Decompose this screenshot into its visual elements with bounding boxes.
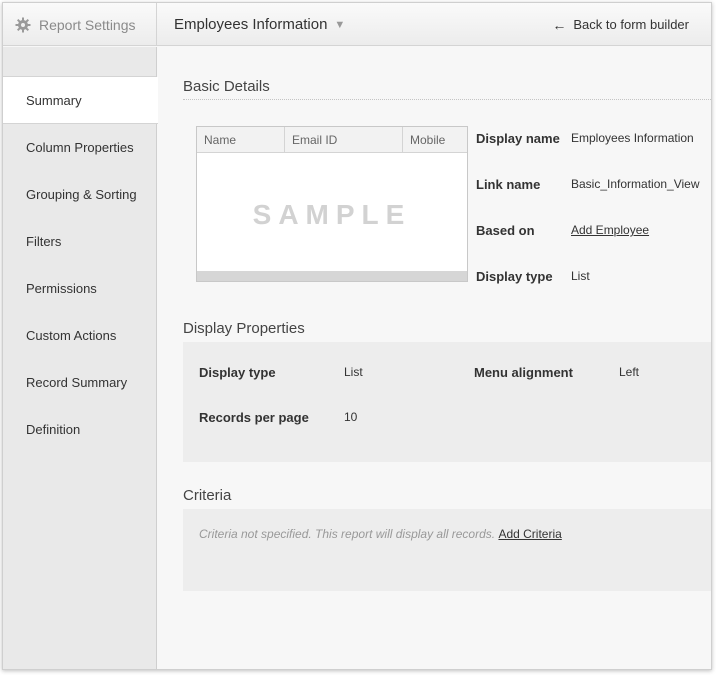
link-name-label: Link name bbox=[476, 177, 541, 192]
sidebar-item-summary[interactable]: Summary bbox=[3, 77, 158, 124]
sidebar-item-label: Custom Actions bbox=[26, 328, 117, 343]
header-bar: Report Settings Employees Information ▼ … bbox=[3, 3, 711, 46]
report-title: Employees Information bbox=[174, 16, 328, 33]
sidebar-item-permissions[interactable]: Permissions bbox=[3, 265, 156, 312]
link-name-row: Link name Basic_Information_View bbox=[476, 177, 700, 192]
display-name-row: Display name Employees Information bbox=[476, 131, 694, 146]
based-on-row: Based on Add Employee bbox=[476, 223, 649, 238]
back-to-form-builder-link[interactable]: ← Back to form builder bbox=[552, 3, 689, 46]
criteria-title: Criteria bbox=[183, 487, 232, 504]
gear-icon bbox=[15, 17, 31, 32]
report-settings-window: Report Settings Employees Information ▼ … bbox=[2, 2, 712, 670]
section-divider bbox=[183, 99, 711, 100]
display-type-value: List bbox=[571, 269, 590, 283]
sidebar-item-grouping-sorting[interactable]: Grouping & Sorting bbox=[3, 171, 156, 218]
display-properties-panel: Display type List Menu alignment Left Re… bbox=[183, 342, 711, 462]
horizontal-scrollbar bbox=[197, 271, 467, 281]
display-type-prop-value: List bbox=[344, 365, 363, 379]
sample-watermark: SAMPLE bbox=[252, 199, 412, 230]
sidebar-item-label: Grouping & Sorting bbox=[26, 187, 137, 202]
display-name-label: Display name bbox=[476, 131, 560, 146]
criteria-panel: Criteria not specified. This report will… bbox=[183, 509, 711, 591]
column-header: Mobile bbox=[410, 132, 446, 147]
criteria-message: Criteria not specified. This report will… bbox=[199, 527, 562, 541]
sidebar-item-label: Permissions bbox=[26, 281, 97, 296]
records-per-page-value: 10 bbox=[344, 410, 358, 424]
settings-sidebar: Summary Column Properties Grouping & Sor… bbox=[3, 47, 158, 669]
sidebar-item-label: Filters bbox=[26, 234, 62, 249]
sidebar-spacer bbox=[3, 47, 156, 77]
arrow-left-icon: ← bbox=[552, 16, 567, 33]
sidebar-item-column-properties[interactable]: Column Properties bbox=[3, 124, 156, 171]
display-type-label: Display type bbox=[476, 269, 553, 284]
chevron-down-icon: ▼ bbox=[334, 18, 346, 31]
records-per-page-label: Records per page bbox=[199, 410, 309, 425]
sidebar-item-custom-actions[interactable]: Custom Actions bbox=[3, 312, 156, 359]
back-label: Back to form builder bbox=[573, 17, 689, 32]
menu-alignment-label: Menu alignment bbox=[474, 365, 573, 380]
display-type-row: Display type List bbox=[476, 269, 590, 284]
report-settings-menu[interactable]: Report Settings bbox=[3, 3, 157, 46]
records-per-page-prop: Records per page 10 bbox=[199, 410, 357, 425]
report-title-dropdown[interactable]: Employees Information ▼ bbox=[174, 3, 345, 46]
report-settings-label: Report Settings bbox=[39, 16, 136, 33]
basic-details-title: Basic Details bbox=[183, 78, 270, 95]
based-on-form-link[interactable]: Add Employee bbox=[571, 223, 649, 238]
sample-table-header: Name Email ID Mobile bbox=[197, 127, 467, 153]
menu-alignment-value: Left bbox=[619, 365, 640, 379]
link-name-value: Basic_Information_View bbox=[571, 177, 700, 191]
menu-alignment-prop: Menu alignment Left bbox=[474, 365, 639, 380]
sidebar-item-label: Record Summary bbox=[26, 375, 128, 390]
sidebar-item-definition[interactable]: Definition bbox=[3, 406, 156, 453]
sidebar-item-label: Column Properties bbox=[26, 140, 134, 155]
display-name-value: Employees Information bbox=[571, 131, 694, 145]
sidebar-item-label: Summary bbox=[26, 92, 82, 108]
sidebar-item-filters[interactable]: Filters bbox=[3, 218, 156, 265]
sidebar-item-label: Definition bbox=[26, 422, 81, 437]
display-type-prop-label: Display type bbox=[199, 365, 276, 380]
sidebar-item-record-summary[interactable]: Record Summary bbox=[3, 359, 156, 406]
sample-report-preview: Name Email ID Mobile SAMPLE bbox=[196, 126, 468, 282]
based-on-label: Based on bbox=[476, 223, 535, 238]
criteria-message-text: Criteria not specified. This report will… bbox=[199, 527, 496, 541]
add-criteria-link[interactable]: Add Criteria bbox=[498, 527, 561, 541]
main-content: Basic Details Name Email ID Mobile SAMPL… bbox=[158, 47, 711, 669]
display-type-prop: Display type List bbox=[199, 365, 363, 380]
column-header: Name bbox=[197, 127, 285, 152]
column-header: Email ID bbox=[285, 127, 403, 152]
display-properties-title: Display Properties bbox=[183, 320, 305, 337]
